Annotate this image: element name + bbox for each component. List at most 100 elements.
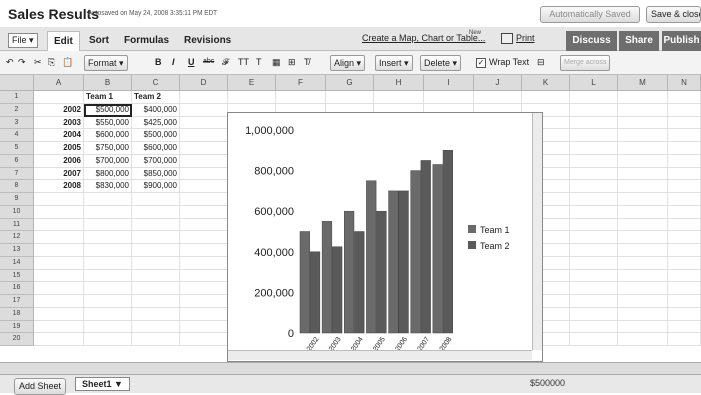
table-cell[interactable] <box>570 307 618 321</box>
table-cell[interactable] <box>84 333 132 346</box>
table-cell[interactable] <box>180 103 228 117</box>
table-cell[interactable] <box>132 320 180 334</box>
row-header[interactable]: 11 <box>0 218 34 232</box>
table-cell[interactable] <box>618 282 668 295</box>
font-size-icon[interactable]: TT <box>238 55 249 71</box>
table-cell[interactable] <box>84 295 132 308</box>
table-cell[interactable] <box>668 193 701 206</box>
column-header[interactable]: C <box>132 75 180 91</box>
table-cell[interactable] <box>34 205 84 219</box>
column-header[interactable]: N <box>668 75 701 91</box>
table-cell[interactable] <box>618 180 668 193</box>
table-cell[interactable] <box>618 295 668 308</box>
table-cell[interactable] <box>34 320 84 334</box>
table-cell[interactable] <box>34 307 84 321</box>
table-cell[interactable] <box>618 142 668 155</box>
share-button[interactable]: Share <box>619 31 659 51</box>
table-cell[interactable] <box>180 91 228 104</box>
table-cell[interactable] <box>34 218 84 232</box>
column-header[interactable]: F <box>276 75 326 91</box>
table-cell[interactable] <box>522 91 570 104</box>
table-cell[interactable] <box>668 180 701 193</box>
table-cell[interactable]: $750,000 <box>84 142 132 155</box>
autosaved-button[interactable]: Automatically Saved <box>540 6 640 23</box>
table-cell[interactable]: 2008 <box>34 180 84 193</box>
table-cell[interactable]: $600,000 <box>84 129 132 142</box>
table-cell[interactable] <box>180 295 228 308</box>
sheet-tab[interactable]: Sheet1 ▼ <box>75 377 130 391</box>
save-close-button[interactable]: Save & close <box>646 6 701 23</box>
table-cell[interactable]: 2002 <box>34 103 84 117</box>
bold-button[interactable]: B <box>155 55 162 71</box>
table-cell[interactable] <box>84 282 132 295</box>
table-cell[interactable] <box>132 205 180 219</box>
printer-icon[interactable] <box>501 33 513 44</box>
column-header[interactable]: J <box>474 75 522 91</box>
align-dropdown[interactable]: Align ▾ <box>330 55 366 71</box>
row-header[interactable]: 18 <box>0 307 34 321</box>
table-cell[interactable] <box>570 333 618 346</box>
table-cell[interactable] <box>570 154 618 168</box>
row-header[interactable]: 12 <box>0 231 34 244</box>
table-cell[interactable]: $830,000 <box>84 180 132 193</box>
italic-button[interactable]: I <box>172 55 175 71</box>
table-cell[interactable]: Team 2 <box>132 91 180 104</box>
table-cell[interactable] <box>84 256 132 270</box>
table-cell[interactable] <box>618 320 668 334</box>
table-cell[interactable] <box>132 333 180 346</box>
table-cell[interactable] <box>180 142 228 155</box>
table-cell[interactable] <box>34 231 84 244</box>
strikethrough-button[interactable]: abc <box>203 55 214 71</box>
table-cell[interactable]: $850,000 <box>132 167 180 181</box>
table-cell[interactable] <box>180 282 228 295</box>
cut-icon[interactable]: ✂ <box>34 55 42 71</box>
table-cell[interactable] <box>132 295 180 308</box>
row-header[interactable]: 1 <box>0 91 34 104</box>
merge-across-button[interactable]: Merge across <box>560 55 611 71</box>
borders-icon[interactable]: ⊞ <box>288 55 296 71</box>
tab-formulas[interactable]: Formulas <box>118 31 175 51</box>
chart-horizontal-scrollbar[interactable] <box>228 350 532 360</box>
table-cell[interactable] <box>180 205 228 219</box>
table-cell[interactable]: $550,000 <box>84 116 132 130</box>
table-cell[interactable] <box>180 129 228 142</box>
table-cell[interactable] <box>84 244 132 257</box>
table-cell[interactable] <box>570 218 618 232</box>
table-cell[interactable]: 2004 <box>34 129 84 142</box>
redo-icon[interactable]: ↷ <box>18 55 26 71</box>
table-cell[interactable]: $900,000 <box>132 180 180 193</box>
table-cell[interactable] <box>618 154 668 168</box>
column-header[interactable]: I <box>424 75 474 91</box>
table-cell[interactable] <box>618 244 668 257</box>
column-header[interactable]: G <box>326 75 374 91</box>
print-link[interactable]: Print <box>516 33 535 43</box>
row-header[interactable]: 17 <box>0 295 34 308</box>
row-header[interactable]: 8 <box>0 180 34 193</box>
row-header[interactable]: 9 <box>0 193 34 206</box>
table-cell[interactable] <box>34 244 84 257</box>
table-cell[interactable] <box>180 333 228 346</box>
table-cell[interactable] <box>34 193 84 206</box>
table-cell[interactable] <box>618 193 668 206</box>
row-header[interactable]: 19 <box>0 320 34 334</box>
table-cell[interactable]: 2007 <box>34 167 84 181</box>
table-cell[interactable] <box>668 333 701 346</box>
table-cell[interactable] <box>34 91 84 104</box>
table-cell[interactable] <box>618 91 668 104</box>
table-cell[interactable] <box>180 256 228 270</box>
add-sheet-button[interactable]: Add Sheet <box>14 378 67 395</box>
table-cell[interactable] <box>228 91 276 104</box>
row-header[interactable]: 3 <box>0 116 34 130</box>
text-color-icon[interactable]: T <box>256 55 262 71</box>
table-cell[interactable] <box>132 256 180 270</box>
table-cell[interactable] <box>618 256 668 270</box>
table-cell[interactable] <box>668 231 701 244</box>
table-cell[interactable] <box>618 231 668 244</box>
table-cell[interactable] <box>618 103 668 117</box>
chart-vertical-scrollbar[interactable] <box>532 113 542 350</box>
table-cell[interactable] <box>668 244 701 257</box>
table-cell[interactable] <box>180 180 228 193</box>
table-cell[interactable] <box>668 282 701 295</box>
table-cell[interactable]: 2006 <box>34 154 84 168</box>
row-header[interactable]: 2 <box>0 103 34 117</box>
